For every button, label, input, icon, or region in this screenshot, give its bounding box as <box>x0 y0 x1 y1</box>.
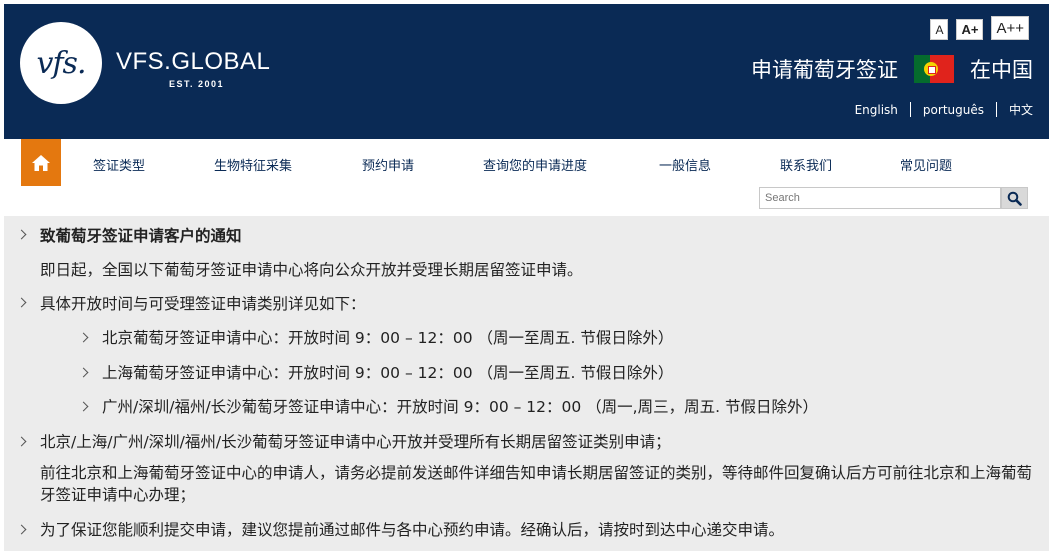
email-note: 前往北京和上海葡萄牙签证中心的申请人，请务必提前发送邮件详细告知申请长期居留签证… <box>40 464 1033 504</box>
chevron-right-icon <box>16 436 27 447</box>
notice-content: 致葡萄牙签证申请客户的通知 即日起，全国以下葡萄牙签证申请中心将向公众开放并受理… <box>4 216 1049 551</box>
brand-name: VFS.GLOBAL <box>116 48 271 75</box>
nav-faq[interactable]: 常见问题 <box>900 155 952 174</box>
nav-contact-us[interactable]: 联系我们 <box>780 155 832 174</box>
chevron-right-icon <box>78 401 89 412</box>
nav-biometrics[interactable]: 生物特征采集 <box>214 155 292 174</box>
vfs-logo[interactable]: vfs. <box>20 22 102 104</box>
search-button[interactable] <box>1001 187 1028 209</box>
page-title: 申请葡萄牙签证 <box>751 58 898 82</box>
hours-heading: 具体开放时间与可受理签证申请类别详见如下： <box>40 295 366 313</box>
font-size-xlarge-button[interactable]: A++ <box>991 16 1029 40</box>
chevron-right-icon <box>16 229 27 240</box>
brand-established: EST. 2001 <box>169 79 225 89</box>
chevron-right-icon <box>16 297 27 308</box>
center-shanghai: 上海葡萄牙签证申请中心：开放时间 9：00 – 12：00 （周一至周五. 节假… <box>102 364 674 382</box>
nav-visa-types[interactable]: 签证类型 <box>93 155 145 174</box>
main-nav: 签证类型 生物特征采集 预约申请 查询您的申请进度 一般信息 联系我们 常见问题 <box>4 139 1049 216</box>
nav-book-appointment[interactable]: 预约申请 <box>362 155 414 174</box>
region-label: 在中国 <box>970 58 1033 82</box>
notice-heading: 致葡萄牙签证申请客户的通知 <box>40 227 242 245</box>
search-input[interactable] <box>759 187 1001 209</box>
language-switcher: English português 中文 <box>843 101 1033 118</box>
all-categories-note: 北京/上海/广州/深圳/福州/长沙葡萄牙签证申请中心开放并受理所有长期居留签证类… <box>40 433 671 451</box>
font-size-controls: A A+ A++ <box>930 16 1029 40</box>
font-size-normal-button[interactable]: A <box>930 19 949 40</box>
center-south: 广州/深圳/福州/长沙葡萄牙签证申请中心：开放时间 9：00 – 12：00 （… <box>102 398 818 416</box>
home-button[interactable] <box>21 139 61 186</box>
logo-text: vfs. <box>36 45 87 81</box>
lang-chinese-link[interactable]: 中文 <box>997 101 1033 118</box>
home-icon <box>32 154 50 171</box>
chevron-right-icon <box>16 524 27 535</box>
header-title-row: 申请葡萄牙签证 在中国 <box>751 54 1033 84</box>
chevron-right-icon <box>78 367 89 378</box>
chevron-right-icon <box>78 332 89 343</box>
portugal-flag-icon <box>914 55 954 83</box>
center-beijing: 北京葡萄牙签证申请中心：开放时间 9：00 – 12：00 （周一至周五. 节假… <box>102 329 674 347</box>
nav-track-application[interactable]: 查询您的申请进度 <box>483 155 587 174</box>
site-header: vfs. VFS.GLOBAL EST. 2001 A A+ A++ 申请葡萄牙… <box>4 4 1049 139</box>
appointment-note: 为了保证您能顺利提交申请，建议您提前通过邮件与各中心预约申请。经确认后，请按时到… <box>40 521 785 539</box>
lang-portuguese-link[interactable]: português <box>911 103 996 117</box>
font-size-large-button[interactable]: A+ <box>956 19 984 40</box>
nav-general-info[interactable]: 一般信息 <box>659 155 711 174</box>
search-icon <box>1007 191 1022 206</box>
lang-english-link[interactable]: English <box>843 103 910 117</box>
notice-intro: 即日起，全国以下葡萄牙签证申请中心将向公众开放并受理长期居留签证申请。 <box>40 261 583 279</box>
